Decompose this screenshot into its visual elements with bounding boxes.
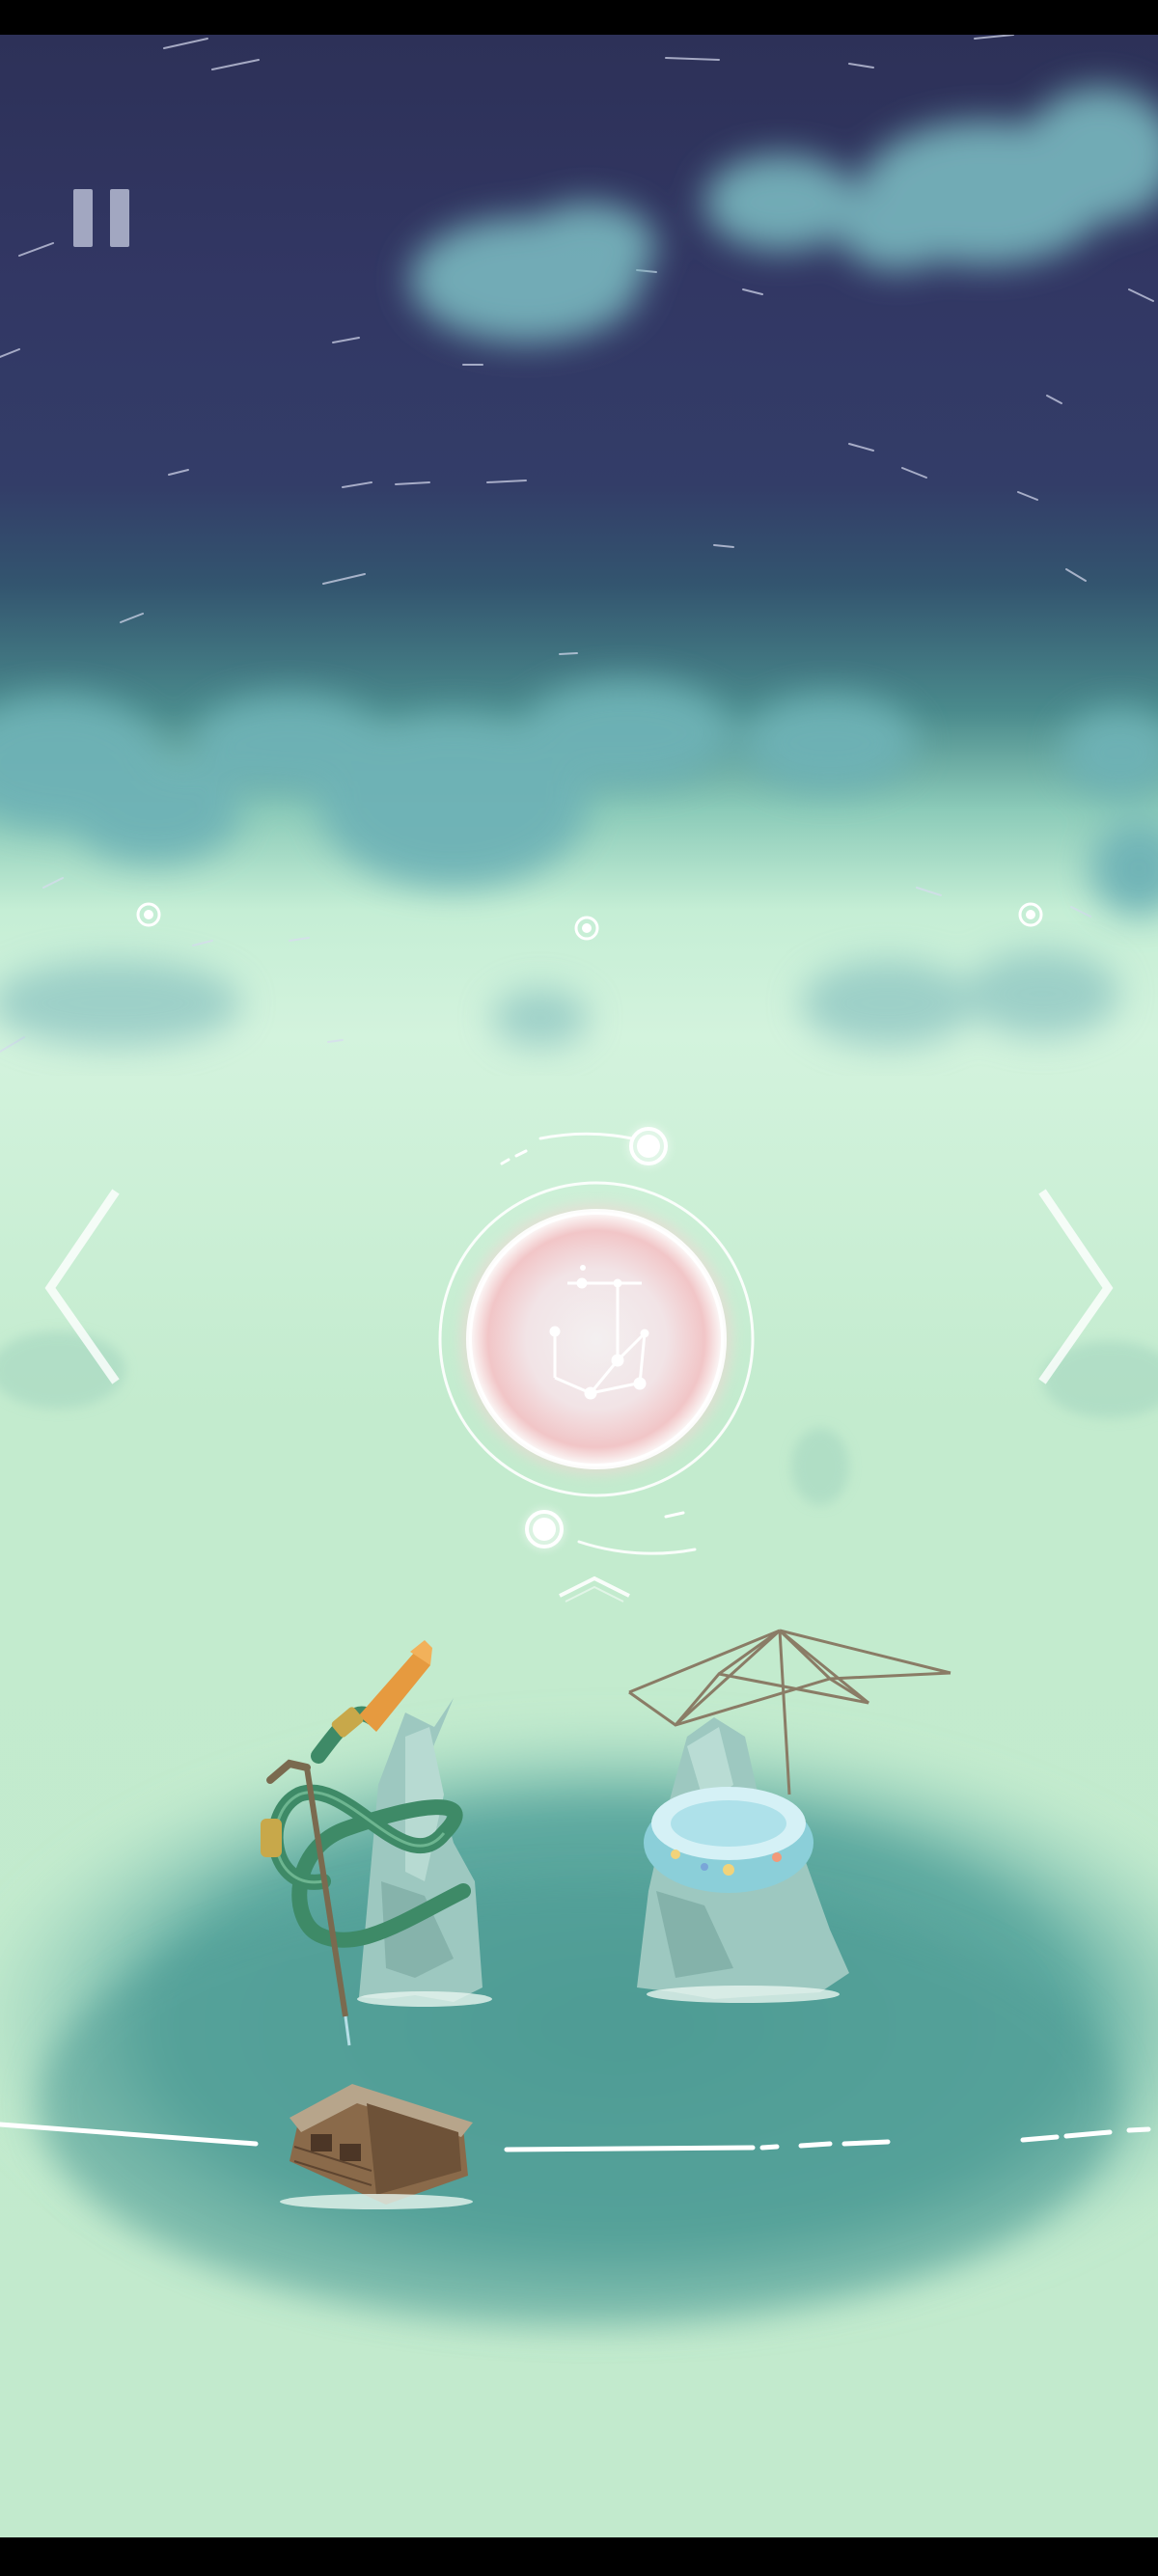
pause-icon [69, 189, 133, 247]
orbit-handle-bottom[interactable] [523, 1508, 565, 1550]
pause-button[interactable] [69, 189, 133, 247]
status-bar [0, 0, 1158, 35]
game-screen [0, 0, 1158, 2576]
inflatable-pool [644, 1787, 813, 1893]
game-scene[interactable] [0, 35, 1158, 2537]
navigation-bar [0, 2537, 1158, 2576]
orbit-handle-top[interactable] [627, 1125, 670, 1167]
pond [0, 1717, 1158, 2335]
